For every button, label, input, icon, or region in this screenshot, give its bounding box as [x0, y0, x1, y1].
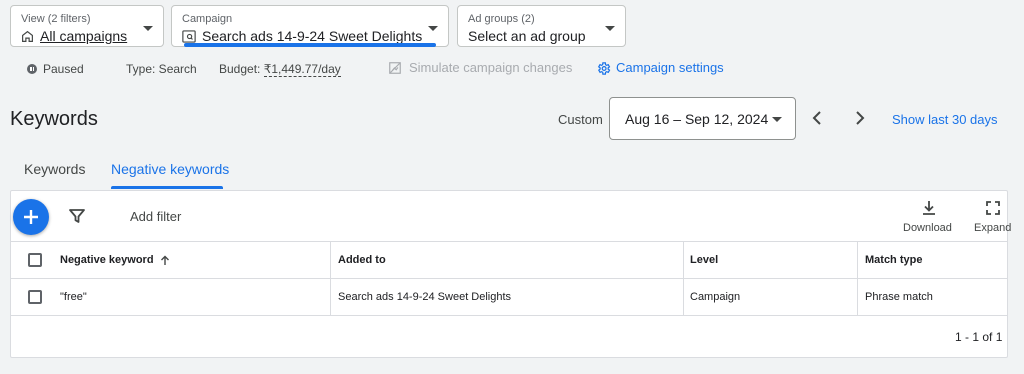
select-all-checkbox[interactable]: [28, 253, 42, 267]
cell-level: Campaign: [690, 291, 741, 303]
chevron-right-icon[interactable]: [853, 110, 867, 126]
cell-added-to: Search ads 14-9-24 Sweet Delights: [338, 291, 512, 303]
campaign-type: Type: Search: [126, 62, 197, 76]
column-header-added-to[interactable]: Added to: [338, 254, 386, 266]
filter-icon[interactable]: [69, 209, 85, 223]
pagination-text: 1 - 1 of 1: [955, 330, 1003, 344]
column-header-negative-keyword[interactable]: Negative keyword: [60, 254, 170, 266]
campaign-budget: Budget: ₹1,449.77/day: [219, 62, 341, 77]
date-range-value: Aug 16 – Sep 12, 2024: [625, 111, 769, 127]
adgroup-selector-label: Ad groups (2): [468, 13, 535, 25]
chevron-left-icon[interactable]: [810, 110, 824, 126]
tab-negative-keywords[interactable]: Negative keywords: [111, 161, 229, 177]
date-range-picker[interactable]: Aug 16 – Sep 12, 2024: [609, 97, 796, 140]
expand-icon[interactable]: [985, 200, 1001, 216]
cell-negative-keyword: "free": [60, 291, 87, 303]
plus-icon: [24, 210, 38, 224]
column-header-match-type[interactable]: Match type: [865, 254, 922, 266]
column-divider: [683, 241, 684, 315]
chevron-down-icon: [605, 26, 615, 31]
page-title: Keywords: [10, 108, 98, 130]
gear-icon: [597, 61, 611, 75]
column-divider: [857, 241, 858, 315]
simulate-button[interactable]: Simulate campaign changes: [388, 60, 572, 76]
column-divider: [330, 241, 331, 315]
campaign-selector-label: Campaign: [182, 13, 233, 25]
date-preset-label: Custom: [558, 112, 603, 127]
simulate-icon: [389, 62, 401, 74]
negative-keywords-table: Add filter Download Expand Negative keyw…: [10, 190, 1011, 358]
adgroup-selector[interactable]: Ad groups (2) Select an ad group: [457, 5, 626, 47]
show-last-30-days-link[interactable]: Show last 30 days: [892, 112, 998, 127]
chevron-down-icon: [428, 26, 438, 31]
divider: [11, 315, 1007, 316]
expand-label[interactable]: Expand: [974, 222, 1011, 234]
add-button[interactable]: [13, 199, 49, 235]
budget-value[interactable]: ₹1,449.77/day: [263, 62, 341, 77]
adgroup-selector-value: Select an ad group: [468, 28, 586, 44]
tab-keywords[interactable]: Keywords: [24, 161, 85, 177]
active-tab-indicator: [111, 186, 223, 189]
campaign-status: Paused: [27, 61, 84, 77]
view-selector[interactable]: View (2 filters) All campaigns: [10, 5, 164, 47]
home-icon: [22, 30, 33, 42]
paused-icon: [27, 64, 37, 74]
campaign-settings-button[interactable]: Campaign settings: [596, 60, 724, 76]
row-checkbox[interactable]: [28, 290, 42, 304]
view-selector-label: View (2 filters): [21, 13, 91, 25]
cell-match-type: Phrase match: [865, 291, 933, 303]
sort-ascending-icon: [160, 255, 169, 265]
campaign-selector[interactable]: Campaign Search ads 14-9-24 Sweet Deligh…: [171, 5, 449, 47]
search-campaign-icon: [182, 29, 196, 43]
download-icon[interactable]: [921, 200, 937, 216]
download-label[interactable]: Download: [903, 222, 952, 234]
chevron-down-icon: [143, 26, 153, 31]
chevron-down-icon: [772, 117, 782, 122]
selected-indicator: [184, 43, 436, 47]
add-filter-button[interactable]: Add filter: [130, 209, 181, 224]
view-selector-value: All campaigns: [40, 28, 128, 44]
column-header-level[interactable]: Level: [690, 254, 718, 266]
